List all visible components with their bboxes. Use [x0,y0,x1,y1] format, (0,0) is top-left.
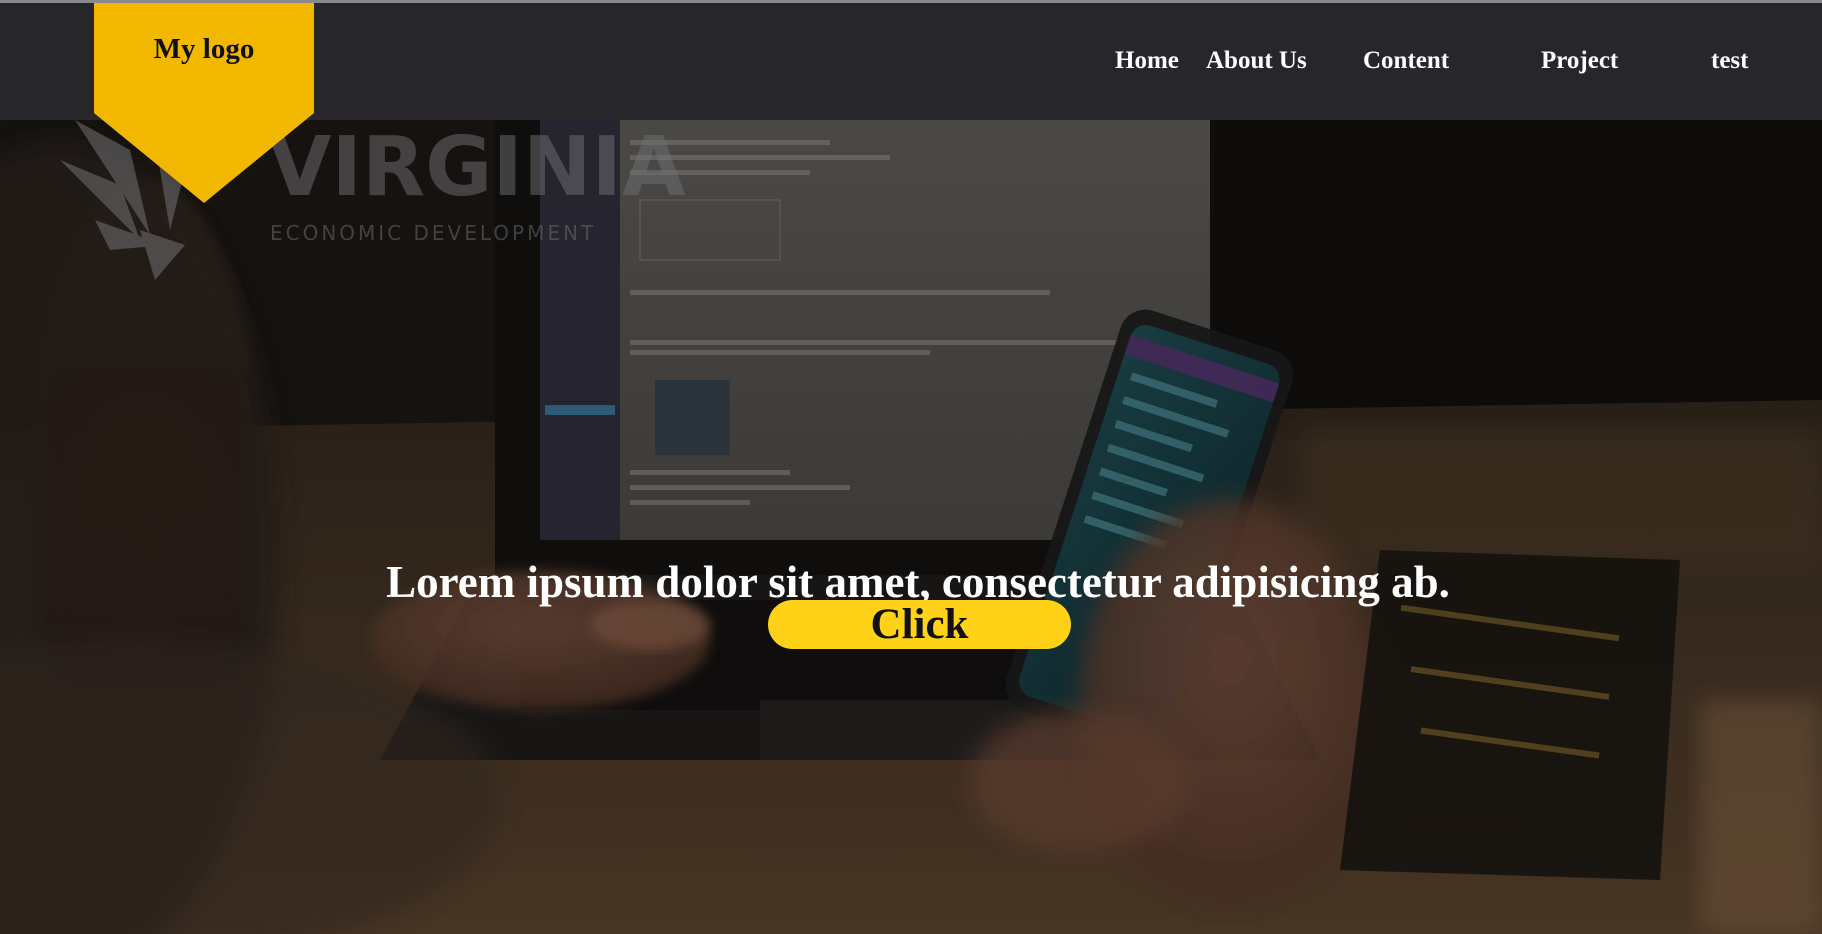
logo-badge[interactable]: My logo [94,3,314,203]
click-button[interactable]: Click [768,600,1071,649]
nav-item-home[interactable]: Home [1115,47,1179,75]
watermark-title: VIRGINIA [268,120,686,215]
watermark-subtitle: ECONOMIC DEVELOPMENT [270,221,596,245]
nav-item-about-us[interactable]: About Us [1206,47,1307,75]
logo-text: My logo [153,33,255,65]
nav-item-content[interactable]: Content [1363,47,1449,75]
nav-item-project[interactable]: Project [1541,47,1618,75]
page: VIRGINIA ECONOMIC DEVELOPMENT Home About… [0,0,1822,934]
nav-item-test[interactable]: test [1711,47,1748,75]
